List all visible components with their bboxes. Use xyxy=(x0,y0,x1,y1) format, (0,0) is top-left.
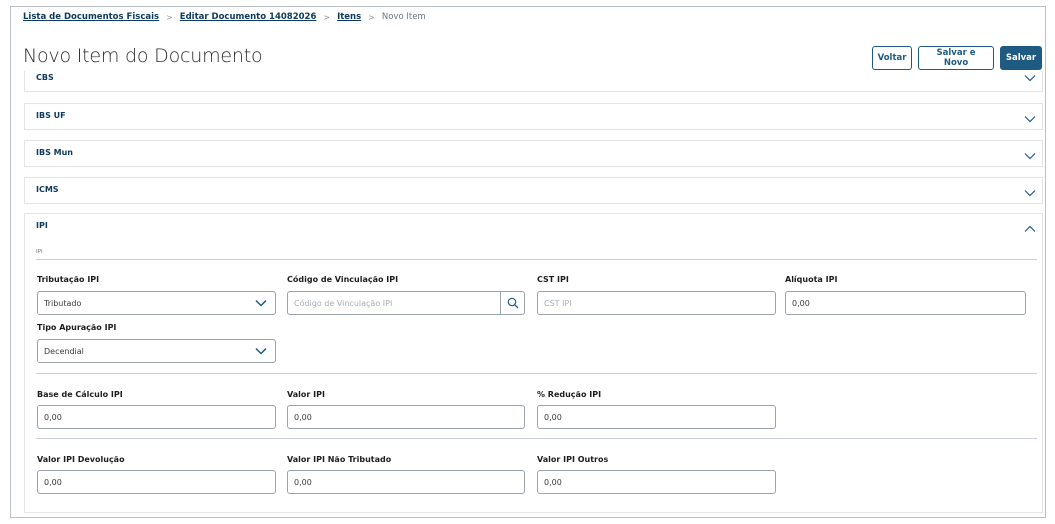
chevron-down-icon[interactable] xyxy=(1024,74,1036,82)
valor-ipi-input[interactable]: 0,00 xyxy=(287,405,525,429)
panel-icms-label: ICMS xyxy=(36,185,59,194)
valor-ipi-devolucao-value: 0,00 xyxy=(44,477,62,487)
chevron-down-icon xyxy=(255,347,267,355)
section-subtitle: IPI xyxy=(36,249,43,255)
valor-ipi-nao-tributado-input[interactable]: 0,00 xyxy=(287,470,525,494)
reducao-ipi-label: % Redução IPI xyxy=(537,390,602,399)
tipo-apuracao-ipi-select[interactable]: Decendial xyxy=(37,339,276,363)
valor-ipi-outros-value: 0,00 xyxy=(544,477,562,487)
breadcrumb-current: Novo Item xyxy=(381,12,426,22)
panel-ibs-mun[interactable]: IBS Mun xyxy=(24,140,1043,167)
tributacao-ipi-select[interactable]: Tributado xyxy=(37,291,276,315)
valor-ipi-devolucao-input[interactable]: 0,00 xyxy=(37,470,276,494)
codigo-vinculacao-ipi-placeholder: Código de Vinculação IPI xyxy=(294,298,393,308)
cst-ipi-label: CST IPI xyxy=(537,275,569,284)
valor-ipi-nao-tributado-value: 0,00 xyxy=(294,477,312,487)
tipo-apuracao-ipi-label: Tipo Apuração IPI xyxy=(37,323,117,332)
panel-ipi: IPI IPI Tributação IPI Tributado Código … xyxy=(24,213,1043,513)
panel-ibs-uf-label: IBS UF xyxy=(36,111,66,120)
breadcrumb-separator: > xyxy=(368,12,375,22)
breadcrumb-link-lista[interactable]: Lista de Documentos Fiscais xyxy=(23,12,159,22)
tributacao-ipi-label: Tributação IPI xyxy=(37,275,100,284)
breadcrumb-link-itens[interactable]: Itens xyxy=(337,12,361,22)
cst-ipi-placeholder: CST IPI xyxy=(544,298,572,308)
panel-cbs[interactable]: CBS xyxy=(24,71,1043,92)
panel-ibs-mun-label: IBS Mun xyxy=(36,148,73,157)
breadcrumb-link-editar[interactable]: Editar Documento 14082026 xyxy=(180,12,317,22)
tributacao-ipi-value: Tributado xyxy=(44,298,82,308)
chevron-down-icon[interactable] xyxy=(1024,115,1036,123)
breadcrumb-separator: > xyxy=(166,12,173,22)
breadcrumb: Lista de Documentos Fiscais > Editar Doc… xyxy=(23,12,426,22)
tipo-apuracao-ipi-value: Decendial xyxy=(44,346,84,356)
divider xyxy=(36,259,1037,260)
search-icon xyxy=(507,297,518,309)
chevron-down-icon[interactable] xyxy=(1024,152,1036,160)
base-calculo-ipi-input[interactable]: 0,00 xyxy=(37,405,276,429)
save-button[interactable]: Salvar xyxy=(1000,46,1042,70)
valor-ipi-outros-label: Valor IPI Outros xyxy=(537,455,609,464)
panel-ipi-label[interactable]: IPI xyxy=(36,221,48,230)
codigo-vinculacao-ipi-label: Código de Vinculação IPI xyxy=(287,275,399,284)
app-frame: Lista de Documentos Fiscais > Editar Doc… xyxy=(10,6,1046,518)
reducao-ipi-input[interactable]: 0,00 xyxy=(537,405,776,429)
action-bar: Voltar Salvar e Novo Salvar xyxy=(872,46,1042,70)
save-and-new-button[interactable]: Salvar e Novo xyxy=(918,46,994,70)
valor-ipi-devolucao-label: Valor IPI Devolução xyxy=(37,455,125,464)
chevron-down-icon xyxy=(255,299,267,307)
divider xyxy=(36,438,1037,439)
base-calculo-ipi-label: Base de Cálculo IPI xyxy=(37,390,123,399)
chevron-up-icon[interactable] xyxy=(1024,225,1036,233)
panel-icms[interactable]: ICMS xyxy=(24,177,1043,204)
panel-cbs-label: CBS xyxy=(36,73,54,82)
codigo-vinculacao-ipi-input[interactable]: Código de Vinculação IPI xyxy=(287,291,525,315)
cst-ipi-input[interactable]: CST IPI xyxy=(537,291,776,315)
valor-ipi-value: 0,00 xyxy=(294,412,312,422)
search-button[interactable] xyxy=(500,292,524,314)
page-title: Novo Item do Documento xyxy=(23,45,263,67)
chevron-down-icon[interactable] xyxy=(1024,189,1036,197)
aliquota-ipi-value: 0,00 xyxy=(792,298,810,308)
valor-ipi-outros-input[interactable]: 0,00 xyxy=(537,470,776,494)
base-calculo-ipi-value: 0,00 xyxy=(44,412,62,422)
aliquota-ipi-label: Alíquota IPI xyxy=(785,275,838,284)
reducao-ipi-value: 0,00 xyxy=(544,412,562,422)
breadcrumb-separator: > xyxy=(323,12,331,22)
panel-ibs-uf[interactable]: IBS UF xyxy=(24,103,1043,130)
aliquota-ipi-input[interactable]: 0,00 xyxy=(785,291,1026,315)
back-button[interactable]: Voltar xyxy=(872,46,912,70)
divider xyxy=(36,373,1037,374)
valor-ipi-nao-tributado-label: Valor IPI Não Tributado xyxy=(287,455,392,464)
valor-ipi-label: Valor IPI xyxy=(287,390,325,399)
